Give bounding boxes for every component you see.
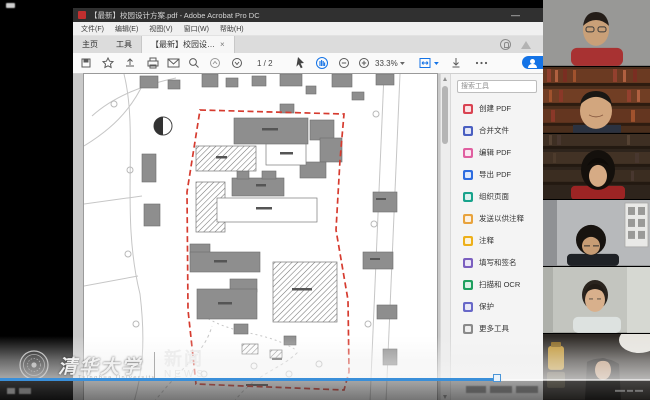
tool-item-scan-ocr[interactable]: 扫描和 OCR xyxy=(463,278,543,291)
tool-item-label: 编辑 PDF xyxy=(479,147,511,158)
search-icon[interactable] xyxy=(190,59,199,68)
alert-triangle-icon[interactable] xyxy=(521,41,531,49)
more-tools-icon xyxy=(463,324,473,334)
person-icon xyxy=(530,59,535,64)
participant-video-4[interactable] xyxy=(543,200,650,266)
window-titlebar: 【最新】校园设计方案.pdf - Adobe Acrobat Pro DC — xyxy=(73,8,543,22)
tools-search-input[interactable] xyxy=(457,80,537,93)
tool-item-export-pdf[interactable]: 导出 PDF xyxy=(463,168,543,181)
scan-ocr-icon xyxy=(463,280,473,290)
share-upload-icon[interactable] xyxy=(126,59,134,66)
acrobat-app-icon xyxy=(78,11,86,19)
fill-sign-icon xyxy=(463,258,473,268)
video-progress-remaining[interactable] xyxy=(503,379,650,381)
cursor-artifact xyxy=(6,3,15,8)
tool-item-organize-pages[interactable]: 组织页面 xyxy=(463,190,543,203)
zoom-out-icon[interactable] xyxy=(340,59,349,68)
participant-3-video xyxy=(543,134,650,200)
tool-item-label: 发送以供注释 xyxy=(479,213,524,224)
participant-video-5[interactable] xyxy=(543,267,650,333)
fit-width-icon[interactable] xyxy=(420,59,430,68)
export-pdf-icon xyxy=(463,170,473,180)
zoom-dropdown-caret[interactable] xyxy=(400,62,405,65)
tool-item-comment[interactable]: 注释 xyxy=(463,234,543,247)
menu-bar: 文件(F) 编辑(E) 视图(V) 窗口(W) 帮助(H) xyxy=(73,22,543,36)
tool-item-label: 保护 xyxy=(479,301,494,312)
tsinghua-seal-icon xyxy=(18,349,50,381)
star-icon[interactable] xyxy=(103,58,113,68)
participant-video-3[interactable] xyxy=(543,134,650,200)
participant-1-video xyxy=(543,0,650,66)
mail-icon[interactable] xyxy=(168,59,179,67)
tab-tools[interactable]: 工具 xyxy=(107,36,141,53)
bottom-left-smudge xyxy=(7,388,31,394)
tool-item-more-tools[interactable]: 更多工具 xyxy=(463,322,543,335)
toolbar: 1 / 2 33.3% xyxy=(73,53,543,74)
tool-item-edit-pdf[interactable]: 编辑 PDF xyxy=(463,146,543,159)
tool-item-label: 更多工具 xyxy=(479,323,509,334)
previous-page-icon[interactable] xyxy=(211,59,220,68)
comment-icon xyxy=(463,236,473,246)
menu-item-3[interactable]: 窗口(W) xyxy=(184,24,209,34)
menu-item-4[interactable]: 帮助(H) xyxy=(220,24,244,34)
protect-icon xyxy=(463,302,473,312)
scrollbar-thumb[interactable] xyxy=(442,86,448,144)
scroll-mode-icon[interactable] xyxy=(453,58,460,67)
tab-home[interactable]: 主页 xyxy=(73,36,107,53)
menu-item-1[interactable]: 编辑(E) xyxy=(115,24,138,34)
menu-item-0[interactable]: 文件(F) xyxy=(81,24,104,34)
tab-bar: 主页 工具 【最新】校园设… × xyxy=(73,36,543,53)
notification-bell-icon[interactable] xyxy=(500,39,511,50)
window-title: 【最新】校园设计方案.pdf - Adobe Acrobat Pro DC xyxy=(90,10,507,21)
edit-pdf-icon xyxy=(463,148,473,158)
hand-tool-icon[interactable] xyxy=(317,58,328,69)
tool-item-combine-files[interactable]: 合并文件 xyxy=(463,124,543,137)
share-document-button[interactable] xyxy=(522,56,543,69)
tool-item-label: 创建 PDF xyxy=(479,103,511,114)
print-icon[interactable] xyxy=(148,58,158,68)
document-tab-label: 【最新】校园设… xyxy=(151,39,215,50)
participant-2-video xyxy=(543,67,650,133)
watermark-divider xyxy=(154,352,155,378)
video-progress-handle[interactable] xyxy=(493,374,501,382)
tool-item-label: 组织页面 xyxy=(479,191,509,202)
send-for-comments-icon xyxy=(463,214,473,224)
fit-dropdown-caret[interactable] xyxy=(434,62,439,65)
more-tools-icon[interactable] xyxy=(476,62,487,64)
zoom-level-value[interactable]: 33.3% xyxy=(375,59,398,68)
participant-4-video xyxy=(543,200,650,266)
organize-pages-icon xyxy=(463,192,473,202)
watermark-news-zh: 新闻 xyxy=(164,350,206,368)
combine-files-icon xyxy=(463,126,473,136)
scroll-up-icon[interactable] xyxy=(443,77,447,81)
tool-item-label: 填写和签名 xyxy=(479,257,517,268)
next-page-icon[interactable] xyxy=(233,59,242,68)
select-tool-icon[interactable] xyxy=(296,57,304,68)
tool-item-label: 注释 xyxy=(479,235,494,246)
tool-item-fill-sign[interactable]: 填写和签名 xyxy=(463,256,543,269)
tool-item-create-pdf[interactable]: 创建 PDF xyxy=(463,102,543,115)
zoom-in-icon[interactable] xyxy=(360,59,369,68)
participant-video-2[interactable] xyxy=(543,67,650,133)
tool-item-protect[interactable]: 保护 xyxy=(463,300,543,313)
minimize-button[interactable]: — xyxy=(511,12,520,18)
participant-video-1[interactable] xyxy=(543,0,650,66)
page-indicator[interactable]: 1 / 2 xyxy=(257,59,273,68)
video-progress-played[interactable] xyxy=(0,378,494,381)
tool-item-label: 导出 PDF xyxy=(479,169,511,180)
tools-list: 创建 PDF 合并文件编辑 PDF 导出 PDF 组织页面发送以供注释注释填写和签名扫… xyxy=(451,102,543,335)
tool-item-label: 合并文件 xyxy=(479,125,509,136)
video-frame: 【最新】校园设计方案.pdf - Adobe Acrobat Pro DC — … xyxy=(0,0,650,400)
tab-document[interactable]: 【最新】校园设… × xyxy=(141,36,235,53)
tool-item-label: 扫描和 OCR xyxy=(479,279,520,290)
tool-item-send-for-comments[interactable]: 发送以供注释 xyxy=(463,212,543,225)
menu-item-2[interactable]: 视图(V) xyxy=(149,24,172,34)
close-tab-icon[interactable]: × xyxy=(220,40,225,49)
bottom-right-caption-smudge xyxy=(466,386,538,393)
save-icon[interactable] xyxy=(82,59,90,67)
create-pdf-icon xyxy=(463,104,473,114)
participant-5-video xyxy=(543,267,650,333)
